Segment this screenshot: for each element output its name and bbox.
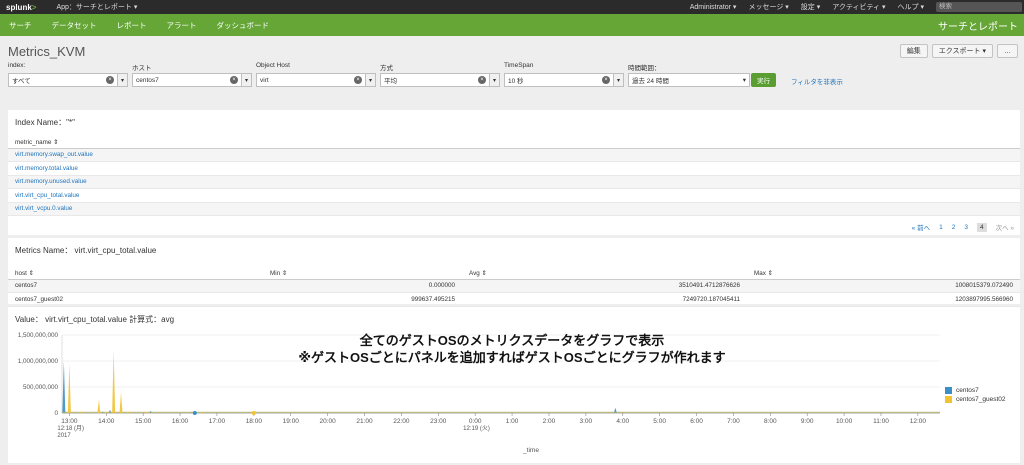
series-marker <box>251 411 256 415</box>
series-marker <box>192 411 197 415</box>
x-tick-label: 11:00 <box>873 418 889 425</box>
timechart: 1,500,000,0001,000,000,000500,000,000013… <box>18 332 940 454</box>
legend-swatch <box>945 387 952 394</box>
x-tick-label: 7:00 <box>727 418 740 425</box>
x-tick-label: 15:00 <box>135 418 152 425</box>
legend-label: centos7_guest02 <box>956 396 1006 403</box>
x-tick-label: 22:00 <box>393 418 410 425</box>
x-tick-label: 17:00 <box>209 418 226 425</box>
x-tick-sublabel: 12:19 (火) <box>463 425 490 432</box>
x-tick-label: 16:00 <box>172 418 189 425</box>
x-tick-label: 20:00 <box>319 418 336 425</box>
x-tick-label: 14:00 <box>98 418 115 425</box>
chart-legend: centos7 centos7_guest02 <box>945 386 1006 404</box>
x-tick-label: 2:00 <box>543 418 556 425</box>
y-tick-label: 500,000,000 <box>23 384 59 391</box>
series-spike <box>67 363 71 413</box>
x-tick-label: 1:00 <box>506 418 519 425</box>
x-tick-sublabel: 2017 <box>57 433 71 439</box>
x-tick-label: 5:00 <box>653 418 666 425</box>
series-spike <box>119 392 123 413</box>
series-spike <box>97 400 101 413</box>
x-tick-label: 0:00 <box>469 418 482 425</box>
x-tick-label: 9:00 <box>801 418 814 425</box>
x-tick-sublabel: 12:18 (月) <box>57 425 84 432</box>
x-tick-label: 4:00 <box>616 418 629 425</box>
legend-label: centos7 <box>956 387 979 394</box>
x-axis-label: _time <box>522 447 539 454</box>
legend-swatch <box>945 396 952 403</box>
x-tick-label: 12:00 <box>910 418 927 425</box>
x-tick-label: 10:00 <box>836 418 853 425</box>
x-tick-label: 6:00 <box>690 418 703 425</box>
x-tick-label: 19:00 <box>283 418 300 425</box>
x-tick-label: 18:00 <box>246 418 263 425</box>
x-tick-label: 8:00 <box>764 418 777 425</box>
x-tick-label: 23:00 <box>430 418 447 425</box>
y-tick-label: 0 <box>54 410 58 417</box>
annotation-line-2: ※ゲストOSごとにパネルを追加すればゲストOSごとにグラフが作れます <box>298 350 726 365</box>
x-tick-label: 13:00 <box>61 418 78 425</box>
x-tick-label: 3:00 <box>580 418 593 425</box>
legend-item[interactable]: centos7_guest02 <box>945 395 1006 404</box>
legend-item[interactable]: centos7 <box>945 386 1006 395</box>
x-tick-label: 21:00 <box>356 418 373 425</box>
